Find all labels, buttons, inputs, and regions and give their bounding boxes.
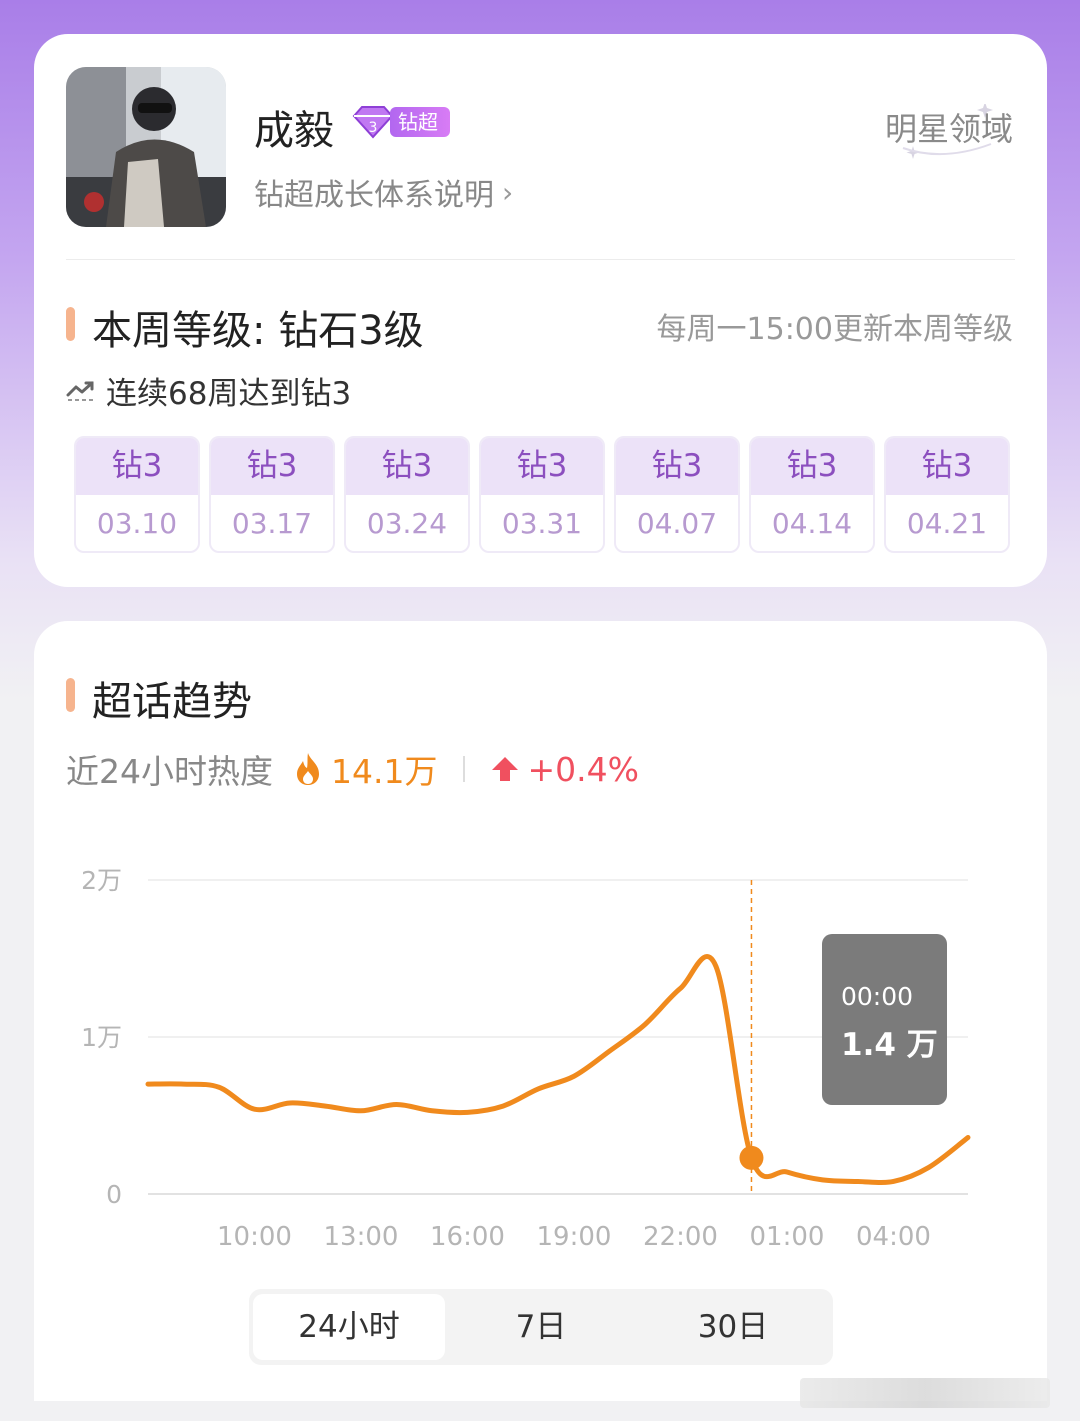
domain-label: 明星领域 (884, 110, 1013, 148)
x-tick-label: 22:00 (643, 1222, 718, 1252)
week-level-item: 钻3 03.10 (74, 436, 200, 553)
week-date: 04.07 (636, 507, 718, 540)
heat-trend-chart[interactable]: 0 1万 2万 10:00 13:00 16:00 19:00 22:00 01:00 04:0… (34, 841, 1047, 1261)
section-marker (66, 678, 75, 712)
week-date: 04.21 (906, 507, 988, 540)
week-date: 03.10 (96, 507, 178, 540)
tab-30-days[interactable]: 30日 (637, 1294, 829, 1360)
x-tick-label: 19:00 (537, 1222, 612, 1252)
heat-summary: 近24小时热度 14.1万 +0.4% (66, 745, 639, 793)
separator (463, 756, 466, 782)
x-tick-label: 04:00 (856, 1222, 931, 1252)
week-level: 钻3 (76, 438, 198, 495)
divider (66, 259, 1015, 260)
week-date: 04.14 (771, 507, 853, 540)
y-tick-label: 1万 (81, 1023, 122, 1052)
y-tick-label: 2万 (81, 866, 122, 895)
week-level-item: 钻3 04.07 (614, 436, 740, 553)
week-level-item: 钻3 03.24 (344, 436, 470, 553)
badge-label: 钻超 (390, 107, 450, 137)
highlight-point[interactable] (739, 1145, 764, 1170)
x-tick-label: 10:00 (217, 1222, 292, 1252)
chevron-right-icon: › (502, 175, 514, 209)
time-range-tabs: 24小时 7日 30日 (249, 1289, 833, 1365)
tooltip-value: 1.4 万 (841, 1027, 938, 1063)
x-tick-label: 13:00 (324, 1222, 399, 1252)
week-date: 03.31 (501, 507, 583, 540)
svg-text:3: 3 (369, 120, 378, 136)
chart-tooltip: 00:00 1.4 万 (822, 934, 947, 1105)
week-level: 钻3 (751, 438, 873, 495)
streak-text: 连续68周达到钻3 (106, 376, 352, 412)
x-tick-label: 01:00 (749, 1222, 824, 1252)
topic-trend-card: 超话趋势 近24小时热度 14.1万 +0.4% 0 1万 2万 10:00 13:0… (34, 621, 1047, 1401)
star-name: 成毅 (254, 108, 334, 154)
avatar[interactable] (66, 67, 226, 227)
growth-system-link[interactable]: 钻超成长体系说明 › (254, 170, 513, 214)
week-level: 钻3 (481, 438, 603, 495)
tooltip-time: 00:00 (841, 982, 913, 1011)
flame-icon (297, 753, 319, 785)
x-tick-label: 16:00 (430, 1222, 505, 1252)
week-date: 03.17 (231, 507, 313, 540)
week-level: 钻3 (346, 438, 468, 495)
week-level-item: 钻3 03.17 (209, 436, 335, 553)
trend-up-icon (66, 381, 94, 401)
star-domain-tag[interactable]: 明星领域 (873, 104, 1013, 164)
week-level-item: 钻3 03.31 (479, 436, 605, 553)
trend-title: 超话趋势 (92, 679, 252, 725)
watermark (800, 1378, 1050, 1408)
heat-label: 近24小时热度 (66, 752, 273, 791)
week-level: 钻3 (211, 438, 333, 495)
weekly-level-history: 钻3 03.10 钻3 03.17 钻3 03.24 钻3 03.31 钻3 04.07 … (74, 436, 1010, 553)
tab-7-days[interactable]: 7日 (445, 1294, 637, 1360)
week-level: 钻3 (616, 438, 738, 495)
week-date: 03.24 (366, 507, 448, 540)
streak-row: 连续68周达到钻3 (66, 368, 351, 413)
heat-value: 14.1万 (331, 752, 438, 791)
heat-change: +0.4% (527, 749, 639, 789)
update-note: 每周一15:00更新本周等级 (656, 312, 1013, 347)
arrow-up-icon (492, 757, 519, 781)
diamond-badge[interactable]: 3 钻超 (350, 104, 450, 140)
week-level-item: 钻3 04.14 (749, 436, 875, 553)
week-level: 钻3 (886, 438, 1008, 495)
week-level-item: 钻3 04.21 (884, 436, 1010, 553)
weekly-level-title: 本周等级: 钻石3级 (92, 308, 424, 354)
section-marker (66, 307, 75, 341)
tab-24-hours[interactable]: 24小时 (253, 1294, 445, 1360)
growth-system-label: 钻超成长体系说明 (254, 178, 494, 213)
star-level-card: 成毅 3 钻超 钻超成长体系说明 › 明星领域 本周等级: 钻石3级 每周一15… (34, 34, 1047, 587)
y-tick-label: 0 (106, 1180, 122, 1209)
